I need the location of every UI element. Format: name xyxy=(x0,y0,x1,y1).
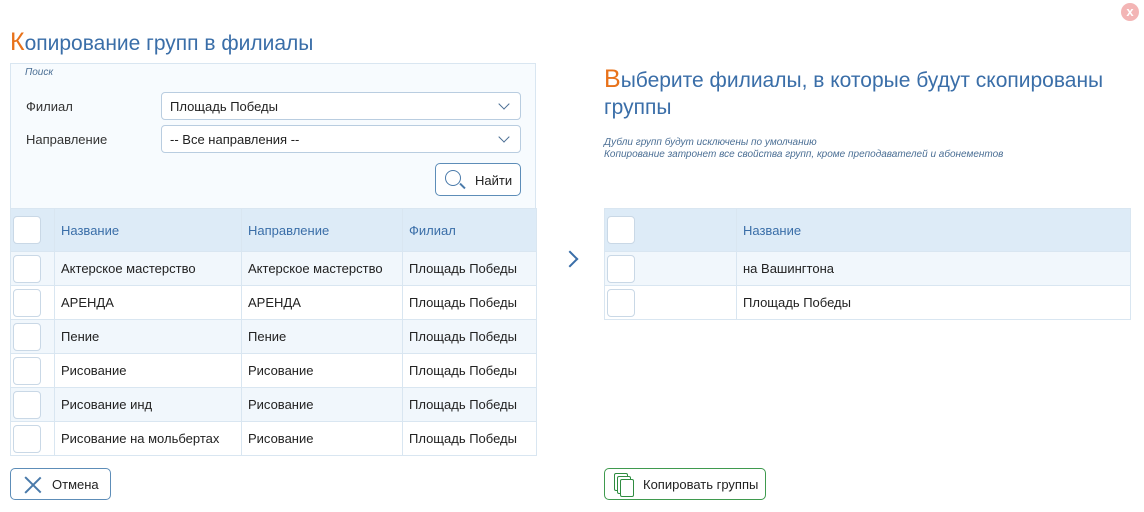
group-name: АРЕНДА xyxy=(54,285,242,320)
checkbox-cell xyxy=(10,387,55,422)
table-row[interactable]: Рисование инд Рисование Площадь Победы xyxy=(10,387,537,422)
search-caption: Поиск xyxy=(25,67,54,78)
branch-select-value: Площадь Победы xyxy=(170,99,278,114)
checkbox-cell xyxy=(604,285,737,320)
group-name: Рисование xyxy=(54,353,242,388)
column-header-name[interactable]: Название xyxy=(736,208,1131,252)
table-row[interactable]: Площадь Победы xyxy=(604,285,1131,320)
table-row[interactable]: Актерское мастерство Актерское мастерств… xyxy=(10,251,537,286)
group-direction: Рисование xyxy=(241,421,403,456)
row-checkbox[interactable] xyxy=(13,322,41,351)
table-row[interactable]: АРЕНДА АРЕНДА Площадь Победы xyxy=(10,285,537,320)
direction-label: Направление xyxy=(26,132,108,147)
copy-documents-icon xyxy=(614,473,636,497)
row-checkbox[interactable] xyxy=(13,254,41,283)
group-name: Пение xyxy=(54,319,242,354)
group-branch: Площадь Победы xyxy=(402,285,537,320)
select-all-cell xyxy=(604,208,737,252)
page-title: Копирование групп в филиалы xyxy=(10,28,314,56)
find-button[interactable]: Найти xyxy=(435,163,521,196)
hint-line: Копирование затронет все свойства групп,… xyxy=(604,149,1004,160)
branch-name: на Вашингтона xyxy=(736,251,1131,286)
group-branch: Площадь Победы xyxy=(402,421,537,456)
find-button-label: Найти xyxy=(475,173,513,188)
row-checkbox[interactable] xyxy=(13,288,41,317)
checkbox-cell xyxy=(10,251,55,286)
group-branch: Площадь Победы xyxy=(402,353,537,388)
table-row[interactable]: на Вашингтона xyxy=(604,251,1131,286)
search-panel: Поиск Филиал Площадь Победы Направление … xyxy=(10,63,536,208)
group-name: Рисование инд xyxy=(54,387,242,422)
branch-label: Филиал xyxy=(26,99,73,114)
table-row[interactable]: Рисование Рисование Площадь Победы xyxy=(10,353,537,388)
checkbox-cell xyxy=(10,421,55,456)
checkbox-cell xyxy=(10,353,55,388)
direction-select-value: -- Все направления -- xyxy=(170,132,300,147)
row-checkbox[interactable] xyxy=(607,288,635,317)
copy-groups-button-label: Копировать группы xyxy=(643,477,759,492)
group-direction: АРЕНДА xyxy=(241,285,403,320)
row-checkbox[interactable] xyxy=(13,424,41,453)
row-checkbox[interactable] xyxy=(607,254,635,283)
checkbox-cell xyxy=(10,285,55,320)
cancel-button-label: Отмена xyxy=(52,477,99,492)
select-all-checkbox[interactable] xyxy=(607,216,635,244)
direction-select[interactable]: -- Все направления -- xyxy=(161,125,521,153)
branches-table: Название на Вашингтона Площадь Победы xyxy=(604,208,1131,320)
row-checkbox[interactable] xyxy=(13,390,41,419)
row-checkbox[interactable] xyxy=(13,356,41,385)
search-icon xyxy=(445,170,461,186)
group-branch: Площадь Победы xyxy=(402,387,537,422)
group-name: Рисование на мольбертах xyxy=(54,421,242,456)
copy-hint: Дубли групп будут исключены по умолчанию… xyxy=(604,137,1003,161)
branch-name: Площадь Победы xyxy=(736,285,1131,320)
group-direction: Пение xyxy=(241,319,403,354)
groups-table: Название Направление Филиал Актерское ма… xyxy=(10,208,537,456)
copy-groups-button[interactable]: Копировать группы xyxy=(604,468,766,500)
checkbox-cell xyxy=(604,251,737,286)
chevron-right-icon[interactable] xyxy=(561,250,579,268)
column-header-branch[interactable]: Филиал xyxy=(402,208,537,252)
x-icon xyxy=(23,475,43,495)
table-row[interactable]: Пение Пение Площадь Победы xyxy=(10,319,537,354)
checkbox-cell xyxy=(10,319,55,354)
table-row[interactable]: Рисование на мольбертах Рисование Площад… xyxy=(10,421,537,456)
column-header-name[interactable]: Название xyxy=(54,208,242,252)
group-direction: Рисование xyxy=(241,387,403,422)
group-branch: Площадь Победы xyxy=(402,251,537,286)
hint-line: Дубли групп будут исключены по умолчанию xyxy=(604,137,817,148)
chevron-down-icon xyxy=(498,131,510,143)
group-direction: Рисование xyxy=(241,353,403,388)
select-all-cell xyxy=(10,208,55,252)
group-direction: Актерское мастерство xyxy=(241,251,403,286)
group-name: Актерское мастерство xyxy=(54,251,242,286)
branch-select[interactable]: Площадь Победы xyxy=(161,92,521,120)
group-branch: Площадь Победы xyxy=(402,319,537,354)
chevron-down-icon xyxy=(498,98,510,110)
column-header-direction[interactable]: Направление xyxy=(241,208,403,252)
cancel-button[interactable]: Отмена xyxy=(10,468,111,500)
select-all-checkbox[interactable] xyxy=(13,216,41,244)
close-icon[interactable]: x xyxy=(1121,3,1139,21)
branches-title: Выберите филиалы, в которые будут скопир… xyxy=(604,65,1104,120)
